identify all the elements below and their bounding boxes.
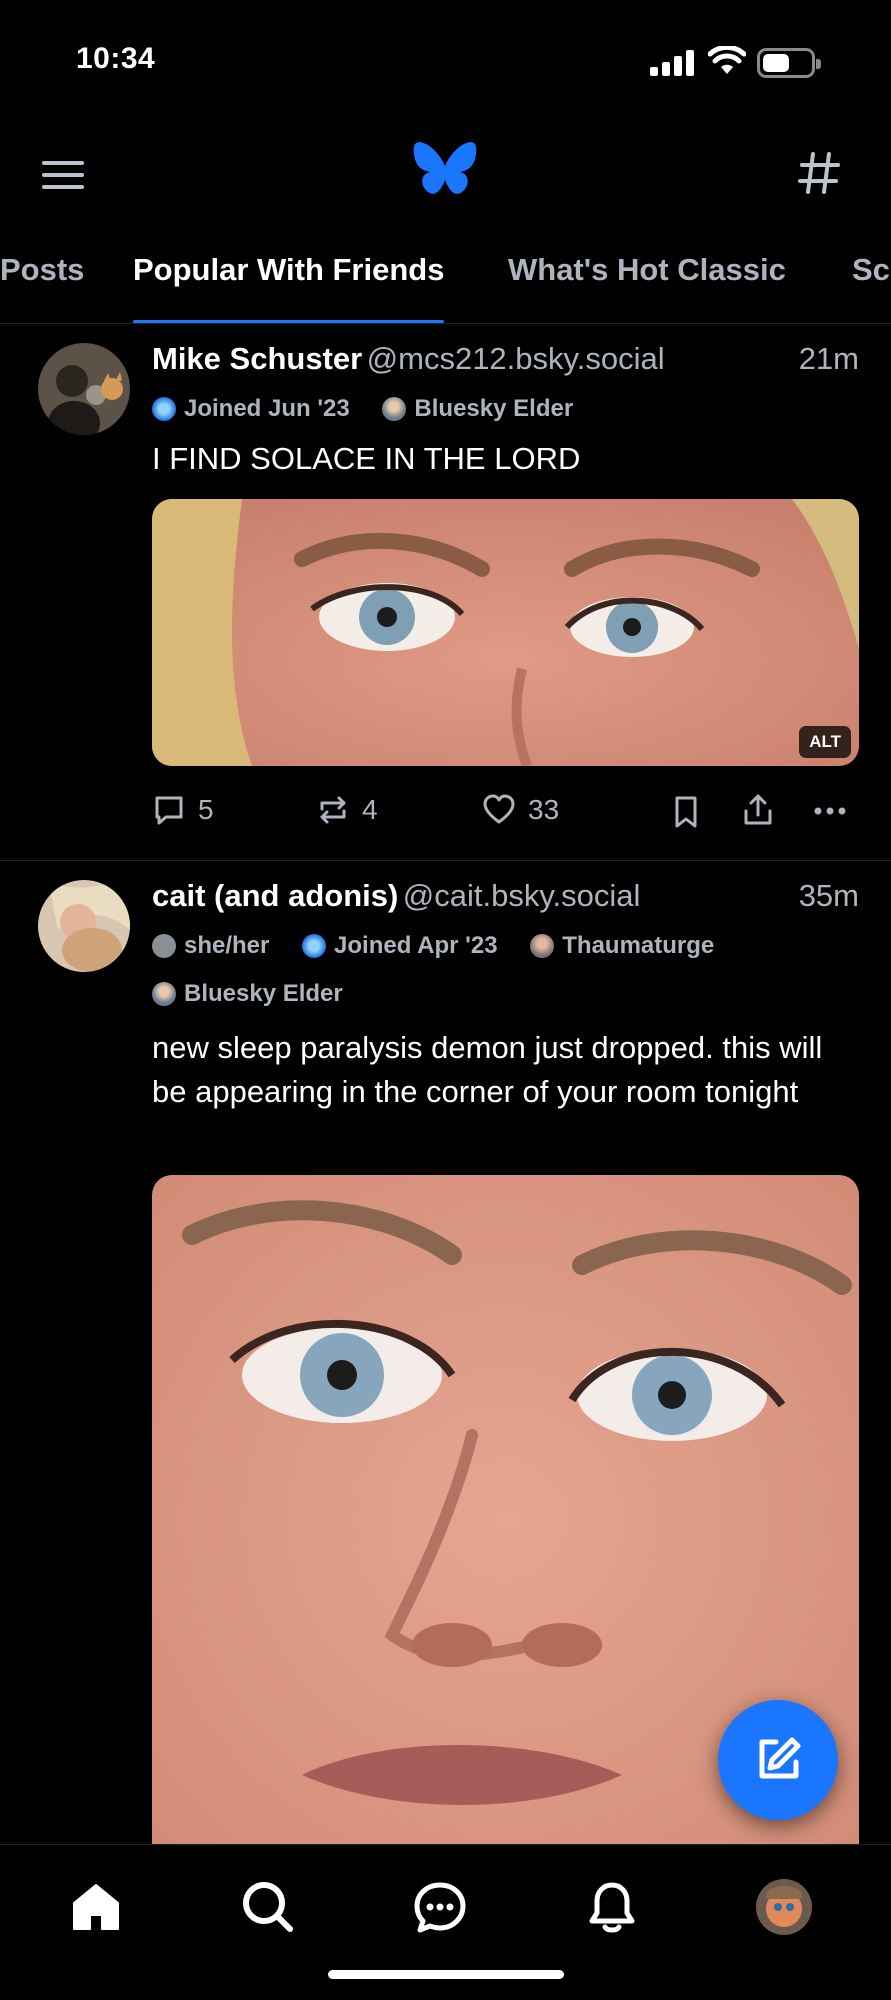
author-display-name[interactable]: cait (and adonis) (152, 878, 398, 913)
menu-icon[interactable] (40, 152, 86, 198)
post-image[interactable]: ALT (152, 499, 859, 766)
bluesky-butterfly-logo[interactable] (412, 140, 478, 200)
status-time: 10:34 (76, 42, 156, 75)
author-handle[interactable]: @mcs212.bsky.social (367, 341, 665, 376)
globe-badge-icon (152, 397, 176, 421)
home-indicator (328, 1970, 564, 1979)
wifi-icon (708, 46, 746, 74)
like-count: 33 (528, 794, 560, 825)
home-icon[interactable] (68, 1879, 124, 1935)
more-options-icon[interactable] (812, 799, 848, 823)
repost-icon (320, 796, 346, 824)
alt-text-badge[interactable]: ALT (799, 726, 851, 758)
post-card[interactable]: Mike Schuster @mcs212.bsky.social 21m Jo… (0, 325, 891, 861)
joined-badge: Joined Apr '23 (302, 932, 498, 960)
globe-badge-icon (302, 934, 327, 958)
status-bar: 10:34 (0, 0, 891, 120)
tab-popular-with-friends[interactable]: Popular With Friends (133, 252, 445, 323)
post-header: cait (and adonis) @cait.bsky.social (152, 878, 640, 914)
bookmark-icon[interactable] (670, 795, 702, 829)
thaumaturge-badge: Thaumaturge (530, 932, 714, 960)
reply-icon (155, 796, 183, 825)
profile-badges-row-2: Bluesky Elder (152, 980, 369, 1013)
avatar[interactable] (38, 343, 130, 435)
compose-post-button[interactable] (718, 1700, 838, 1820)
hashtag-feeds-icon[interactable] (796, 150, 842, 196)
author-display-name[interactable]: Mike Schuster (152, 341, 362, 376)
heart-icon (483, 794, 515, 824)
chat-icon[interactable] (412, 1879, 468, 1935)
tab-posts[interactable]: Posts (0, 252, 84, 323)
post-header: Mike Schuster @mcs212.bsky.social (152, 341, 665, 377)
post-timestamp[interactable]: 35m (799, 878, 859, 914)
avatar[interactable] (38, 880, 130, 972)
reply-count: 5 (198, 794, 214, 825)
post-text: new sleep paralysis demon just dropped. … (152, 1030, 823, 1109)
post-timestamp[interactable]: 21m (799, 341, 859, 377)
author-handle[interactable]: @cait.bsky.social (403, 878, 641, 913)
share-icon[interactable] (741, 793, 775, 827)
elder-badge-icon (152, 982, 176, 1006)
search-icon[interactable] (240, 1879, 296, 1935)
joined-badge: Joined Jun '23 (152, 395, 350, 423)
elder-badge: Bluesky Elder (382, 395, 573, 423)
cellular-signal-icon (650, 50, 694, 76)
tab-sc[interactable]: Sc (852, 252, 890, 323)
compose-icon (759, 1737, 801, 1779)
repost-count: 4 (362, 794, 378, 825)
elder-badge: Bluesky Elder (152, 980, 343, 1008)
elder-badge-icon (382, 397, 407, 421)
thaumaturge-badge-icon (530, 934, 555, 958)
feed-tab-bar: Posts Popular With Friends What's Hot Cl… (0, 240, 891, 324)
repost-button[interactable]: 4 (316, 793, 378, 827)
profile-avatar[interactable] (756, 1879, 812, 1935)
reply-button[interactable]: 5 (152, 793, 214, 827)
post-text: I FIND SOLACE IN THE LORD (152, 441, 581, 476)
pronouns-icon (152, 934, 176, 958)
profile-badges: Joined Jun '23 Bluesky Elder (152, 395, 599, 428)
like-button[interactable]: 33 (482, 793, 559, 827)
notifications-bell-icon[interactable] (584, 1879, 640, 1935)
tab-whats-hot-classic[interactable]: What's Hot Classic (508, 252, 786, 323)
post-actions: 5 4 33 (152, 793, 859, 833)
profile-badges: she/her Joined Apr '23 Thaumaturge (152, 932, 740, 965)
battery-icon (757, 48, 821, 78)
pronouns-badge: she/her (152, 932, 269, 960)
